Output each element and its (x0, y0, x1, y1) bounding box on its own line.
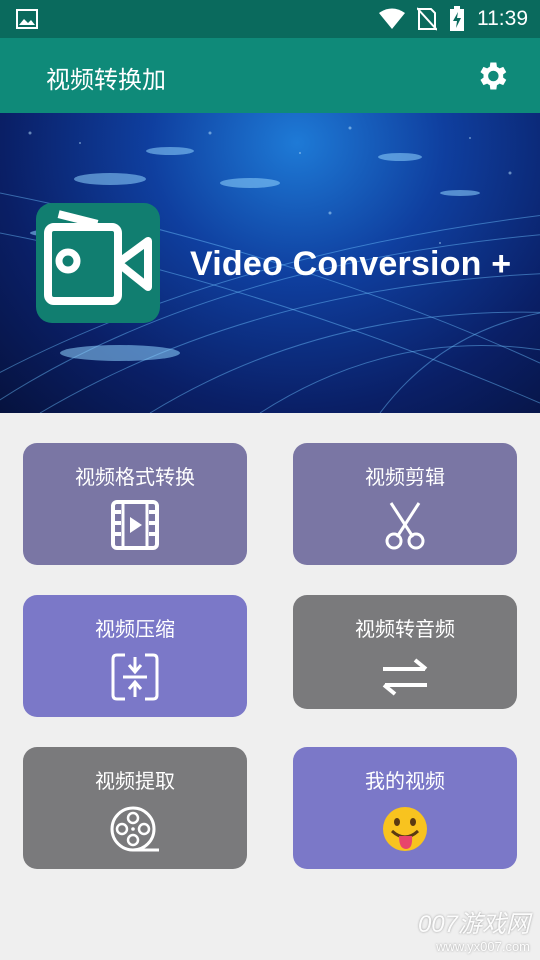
watermark-logo: 007游戏网 www.yx007.com (418, 904, 530, 954)
video-compress-button[interactable]: 视频压缩 (23, 595, 247, 717)
settings-gear-icon[interactable] (474, 58, 510, 94)
scissors-icon (385, 502, 425, 550)
status-bar: 11:39 (0, 0, 540, 38)
swap-arrows-icon (382, 658, 428, 696)
app-title: 视频转换加 (46, 66, 166, 94)
card-label: 视频格式转换 (75, 465, 195, 489)
wifi-icon (379, 8, 405, 29)
banner: Video Conversion + (0, 113, 540, 413)
film-play-icon (111, 500, 159, 550)
card-label: 我的视频 (365, 769, 445, 793)
card-label: 视频剪辑 (365, 465, 445, 489)
card-label: 视频转音频 (355, 617, 455, 641)
app-logo (36, 203, 160, 323)
video-camera-icon (44, 210, 152, 305)
my-videos-button[interactable]: 我的视频 (293, 747, 517, 869)
video-edit-button[interactable]: 视频剪辑 (293, 443, 517, 565)
compress-icon (111, 653, 159, 701)
video-extract-button[interactable]: 视频提取 (23, 747, 247, 869)
banner-tagline: Video Conversion + (190, 245, 512, 283)
video-format-convert-button[interactable]: 视频格式转换 (23, 443, 247, 565)
app-bar: 视频转换加 (0, 38, 540, 113)
battery-charging-icon (450, 6, 464, 31)
gallery-notification-icon (16, 9, 38, 29)
film-reel-icon (110, 806, 159, 852)
watermark-url: www.yx007.com (436, 939, 530, 954)
status-time: 11:39 (477, 7, 528, 30)
tongue-emoji-icon (383, 807, 427, 851)
watermark-title: 007游戏网 (417, 911, 530, 938)
card-label: 视频压缩 (95, 617, 175, 641)
no-sim-icon (417, 7, 437, 31)
card-label: 视频提取 (95, 769, 175, 793)
video-to-audio-button[interactable]: 视频转音频 (293, 595, 517, 709)
